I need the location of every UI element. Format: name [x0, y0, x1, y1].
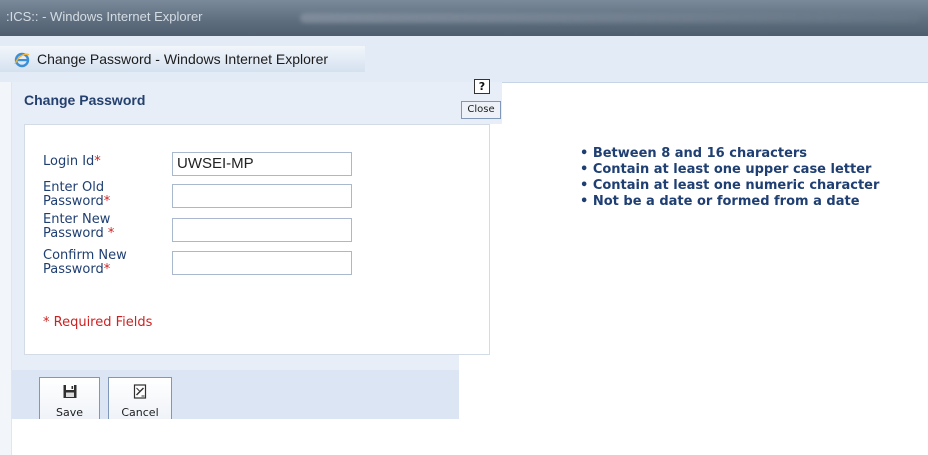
password-rule: • Between 8 and 16 characters: [580, 146, 808, 161]
help-icon[interactable]: ?: [474, 79, 490, 94]
background-window-title: :ICS:: - Windows Internet Explorer: [6, 9, 203, 24]
password-rule: • Not be a date or formed from a date: [580, 194, 860, 209]
required-asterisk: *: [94, 154, 101, 169]
password-rules-list: • Between 8 and 16 characters • Contain …: [580, 146, 879, 210]
page-title: Change Password: [24, 92, 146, 108]
old-password-label: Enter Old Password*: [43, 180, 111, 209]
change-password-window: Change Password - Windows Internet Explo…: [0, 36, 928, 455]
page-bottom-area: [12, 419, 928, 455]
floppy-disk-icon: [63, 385, 76, 398]
password-rule: • Contain at least one numeric character: [580, 178, 880, 193]
new-password-field[interactable]: [172, 218, 352, 242]
background-window-titlebar: :ICS:: - Windows Internet Explorer: [0, 0, 928, 36]
required-asterisk: *: [103, 262, 111, 277]
cancel-document-icon: [133, 384, 147, 399]
close-button[interactable]: Close: [461, 101, 501, 119]
window-left-edge: [0, 82, 12, 455]
required-asterisk: *: [107, 226, 115, 241]
internet-explorer-icon: [14, 52, 30, 68]
cancel-button[interactable]: Cancel: [108, 377, 172, 423]
change-password-form: Login Id* UWSEI-MP Enter Old Password* E…: [24, 124, 490, 355]
old-password-field[interactable]: [172, 184, 352, 208]
cancel-button-label: Cancel: [121, 406, 159, 419]
save-button[interactable]: Save: [39, 377, 100, 423]
required-fields-note: * Required Fields: [43, 315, 153, 330]
confirm-password-field[interactable]: [172, 251, 352, 275]
password-rule: • Contain at least one upper case letter: [580, 162, 872, 177]
window-titlebar: Change Password - Windows Internet Explo…: [0, 36, 928, 83]
login-id-label: Login Id*: [43, 154, 101, 169]
confirm-password-label: Confirm New Password*: [43, 248, 127, 277]
save-button-label: Save: [55, 406, 83, 419]
window-title: Change Password - Windows Internet Explo…: [37, 51, 329, 67]
required-asterisk: *: [103, 194, 111, 209]
new-password-label: Enter New Password *: [43, 212, 115, 241]
background-window-blurred-title: [300, 13, 920, 23]
login-id-field[interactable]: UWSEI-MP: [172, 152, 352, 176]
